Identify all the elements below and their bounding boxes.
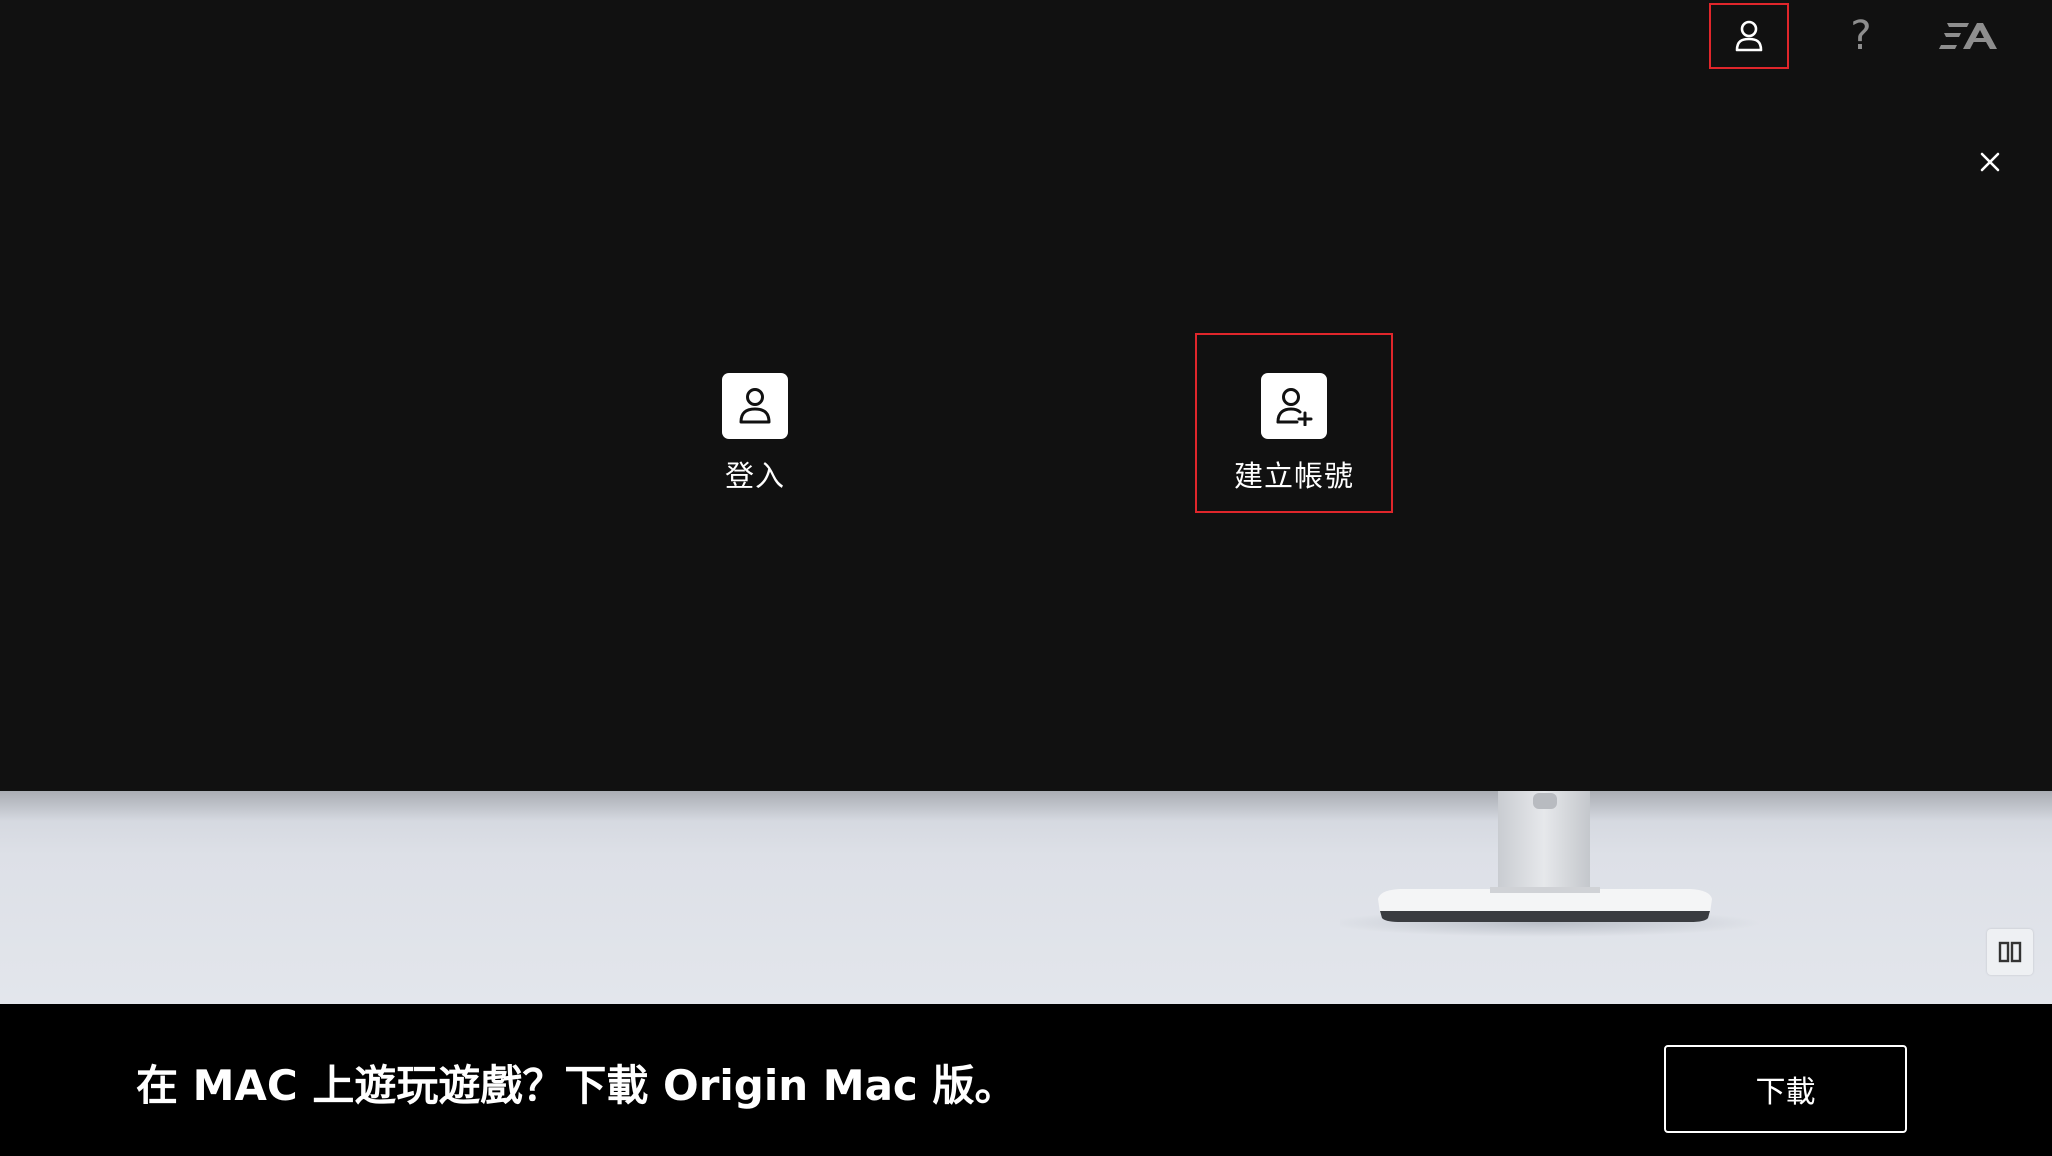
login-icon-box — [722, 373, 788, 439]
close-icon — [1980, 152, 2000, 172]
banner-message: 在 MAC 上遊玩遊戲？下載 Origin Mac 版。 — [136, 1061, 1017, 1110]
hero-background — [0, 791, 2052, 1004]
question-mark-icon: ? — [1850, 13, 1872, 59]
ea-logo-icon — [1939, 23, 1997, 49]
help-button[interactable]: ? — [1821, 3, 1901, 69]
account-button[interactable] — [1709, 3, 1789, 69]
create-account-label: 建立帳號 — [1233, 459, 1354, 493]
ea-logo[interactable] — [1928, 3, 2008, 69]
monitor-stand-image — [1340, 791, 1760, 937]
close-button[interactable] — [1973, 140, 2007, 184]
pause-icon — [1998, 941, 2022, 963]
user-icon — [1735, 20, 1763, 52]
login-label: 登入 — [724, 459, 785, 493]
create-account-icon-box — [1261, 373, 1327, 439]
page: ? 登入 建立帳號 在 MAC 上遊玩遊戲？下載 Origin Mac 版。 下… — [0, 0, 2052, 1156]
login-option[interactable]: 登入 — [690, 333, 820, 513]
pause-button[interactable] — [1987, 929, 2033, 975]
create-account-option[interactable]: 建立帳號 — [1195, 333, 1393, 513]
mac-download-banner: 在 MAC 上遊玩遊戲？下載 Origin Mac 版。 下載 — [0, 1004, 2052, 1156]
download-button[interactable]: 下載 — [1664, 1045, 1907, 1133]
user-icon — [739, 388, 771, 424]
user-add-icon — [1276, 388, 1313, 426]
account-panel: ? 登入 建立帳號 — [0, 0, 2052, 791]
